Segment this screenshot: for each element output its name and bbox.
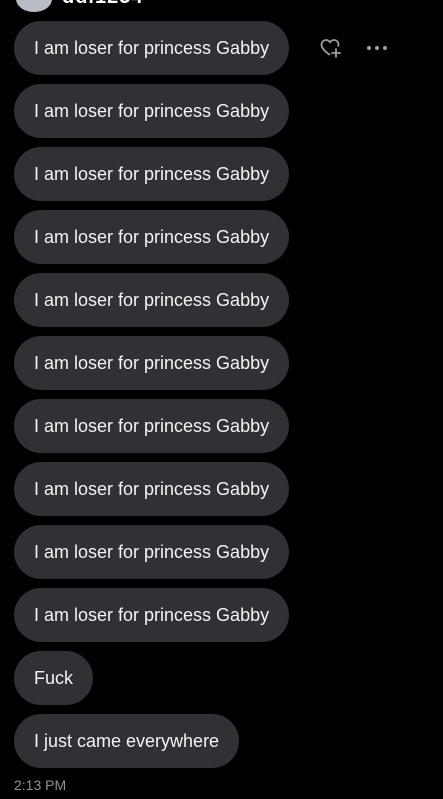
message-row: I am loser for princess Gabby (14, 525, 434, 588)
chat-username[interactable]: ddl1234 (62, 0, 143, 8)
message-row: I am loser for princess Gabby (14, 273, 434, 336)
avatar[interactable] (16, 0, 52, 12)
message-row: I am loser for princess Gabby (14, 210, 434, 273)
message-row: I am loser for princess Gabby (14, 84, 434, 147)
message-list: I am loser for princess Gabby I am loser… (14, 21, 434, 777)
message-row: I am loser for princess Gabby (14, 21, 434, 84)
message-row: I am loser for princess Gabby (14, 147, 434, 210)
message-row: I am loser for princess Gabby (14, 462, 434, 525)
heart-plus-icon[interactable] (318, 35, 344, 61)
message-bubble[interactable]: I am loser for princess Gabby (14, 273, 290, 327)
message-row: I just came everywhere (14, 714, 434, 777)
message-bubble[interactable]: I am loser for princess Gabby (14, 462, 290, 516)
message-row: I am loser for princess Gabby (14, 336, 434, 399)
more-horizontal-icon[interactable] (364, 35, 390, 61)
message-bubble[interactable]: Fuck (14, 651, 94, 705)
message-bubble[interactable]: I am loser for princess Gabby (14, 147, 290, 201)
message-bubble[interactable]: I am loser for princess Gabby (14, 336, 290, 390)
message-timestamp: 2:13 PM (14, 777, 67, 793)
message-bubble[interactable]: I am loser for princess Gabby (14, 588, 290, 642)
message-actions (318, 35, 390, 61)
message-bubble[interactable]: I am loser for princess Gabby (14, 210, 290, 264)
message-bubble[interactable]: I am loser for princess Gabby (14, 399, 290, 453)
chat-header: ddl1234 (0, 0, 443, 14)
message-bubble[interactable]: I am loser for princess Gabby (14, 525, 290, 579)
message-bubble[interactable]: I am loser for princess Gabby (14, 21, 290, 75)
message-row: I am loser for princess Gabby (14, 399, 434, 462)
message-row: Fuck (14, 651, 434, 714)
message-bubble[interactable]: I am loser for princess Gabby (14, 84, 290, 138)
message-bubble[interactable]: I just came everywhere (14, 714, 240, 768)
message-row: I am loser for princess Gabby (14, 588, 434, 651)
